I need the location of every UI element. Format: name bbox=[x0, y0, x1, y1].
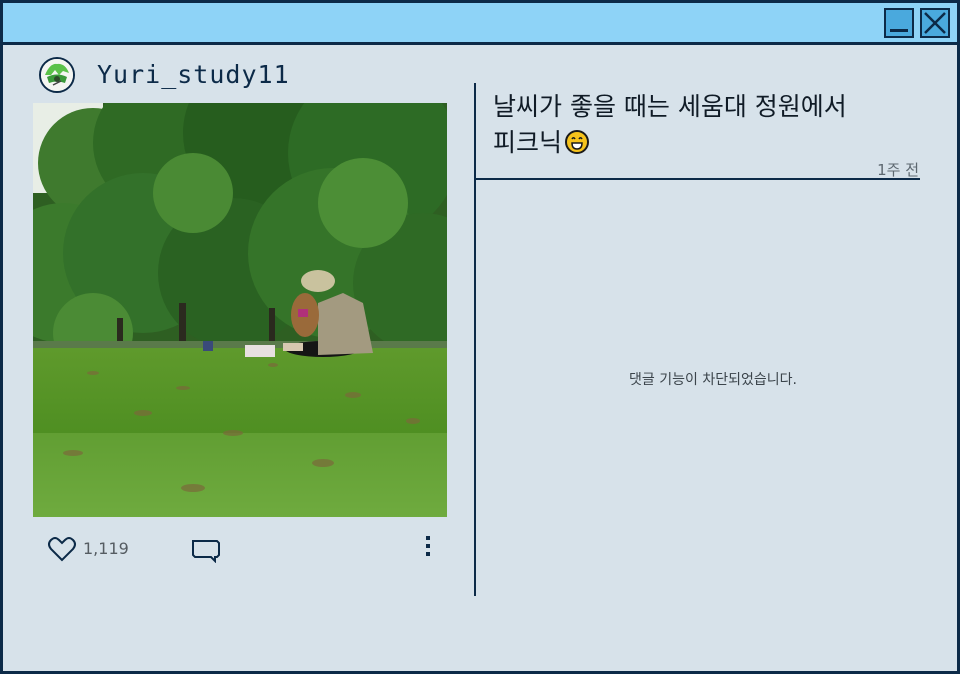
post-timestamp: 1주 전 bbox=[877, 161, 919, 179]
post-actions: 1,119 bbox=[33, 531, 447, 567]
smiling-face-emoji bbox=[565, 130, 590, 154]
avatar[interactable] bbox=[39, 57, 75, 93]
post-caption: 날씨가 좋을 때는 세움대 정원에서 피크닉 bbox=[493, 89, 913, 161]
like-count: 1,119 bbox=[83, 539, 129, 558]
avatar-image bbox=[41, 59, 73, 91]
caption-line-2-text: 피크닉 bbox=[493, 128, 563, 157]
heart-icon[interactable] bbox=[47, 535, 77, 563]
close-icon bbox=[924, 12, 946, 34]
minimize-icon bbox=[890, 29, 908, 32]
more-options-icon[interactable] bbox=[423, 533, 433, 559]
vertical-divider bbox=[474, 83, 476, 596]
park-photo bbox=[33, 103, 447, 517]
username[interactable]: Yuri_study11 bbox=[97, 60, 290, 89]
comment-icon[interactable] bbox=[189, 537, 223, 563]
comments-disabled-message: 댓글 기능이 차단되었습니다. bbox=[629, 372, 797, 388]
app-window: Yuri_study11 1,119 날씨가 좋을 때는 세움대 정원에서 피크… bbox=[0, 0, 960, 674]
close-button[interactable] bbox=[920, 8, 950, 38]
horizontal-divider bbox=[476, 178, 920, 180]
caption-line-1: 날씨가 좋을 때는 세움대 정원에서 bbox=[493, 92, 847, 121]
title-bar bbox=[3, 3, 957, 45]
post-photo bbox=[33, 103, 447, 517]
minimize-button[interactable] bbox=[884, 8, 914, 38]
caption-line-2: 피크닉 bbox=[493, 125, 913, 161]
